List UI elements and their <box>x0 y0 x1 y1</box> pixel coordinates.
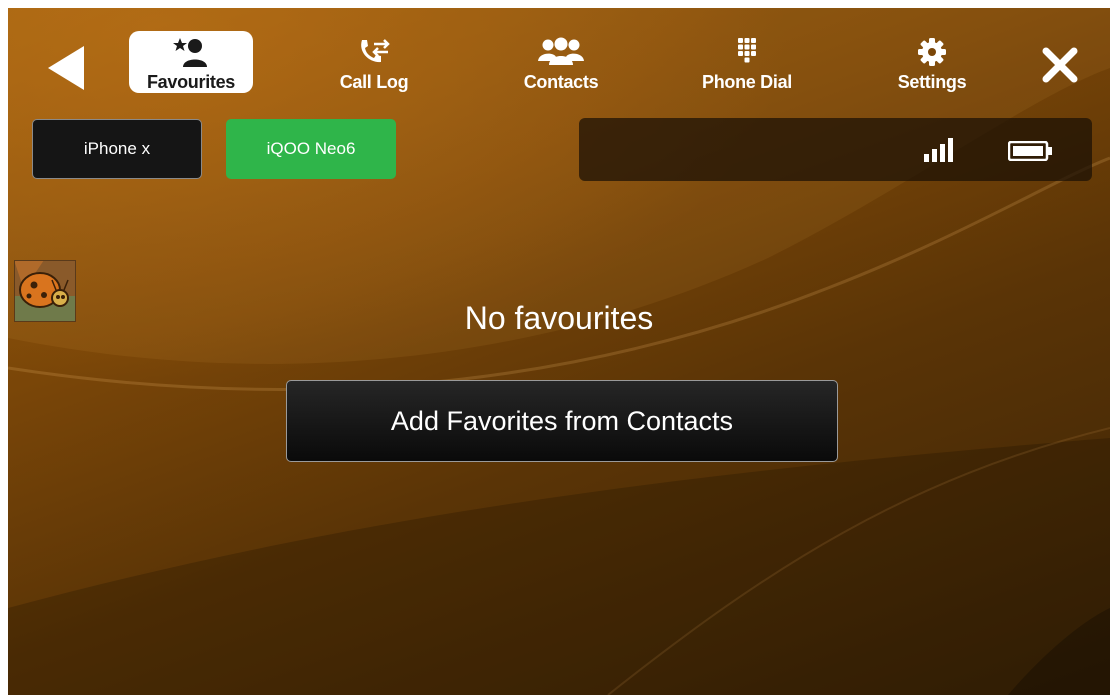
add-favorites-button[interactable]: Add Favorites from Contacts <box>286 380 838 462</box>
back-button[interactable] <box>44 42 90 94</box>
battery-icon <box>1008 141 1052 161</box>
tab-phone-dial[interactable]: Phone Dial <box>685 31 809 93</box>
device-chip-label: iQOO Neo6 <box>266 139 356 158</box>
status-panel <box>579 118 1092 181</box>
contacts-icon <box>538 37 584 65</box>
call-log-icon <box>361 39 390 63</box>
device-chip-iphone-x[interactable]: iPhone x <box>32 119 202 179</box>
tab-settings[interactable]: Settings <box>870 31 994 93</box>
gear-icon <box>918 38 946 66</box>
background-swoosh <box>8 8 1110 695</box>
favourite-contact-icon <box>173 38 207 67</box>
back-arrow-icon <box>48 46 84 90</box>
tab-label: Phone Dial <box>701 72 792 92</box>
tab-label: Call Log <box>339 72 409 92</box>
tab-favourites[interactable]: Favourites <box>129 31 253 93</box>
device-chip-iqoo-neo6[interactable]: iQOO Neo6 <box>226 119 396 179</box>
tab-label: Settings <box>897 72 967 92</box>
empty-favourites-message: No favourites <box>464 300 654 336</box>
add-favorites-label: Add Favorites from Contacts <box>390 405 734 436</box>
close-button[interactable] <box>1040 45 1080 85</box>
tab-contacts[interactable]: Contacts <box>499 31 623 93</box>
device-chip-label: iPhone x <box>83 139 151 158</box>
tab-label: Contacts <box>523 72 599 92</box>
tab-label: Favourites <box>146 72 236 92</box>
close-icon <box>1042 47 1078 83</box>
phone-screen: Favourites Call Log Contacts Phone Dial … <box>8 8 1110 695</box>
signal-bars-icon <box>924 138 953 162</box>
dialpad-icon <box>738 38 756 63</box>
tab-call-log[interactable]: Call Log <box>312 31 436 93</box>
